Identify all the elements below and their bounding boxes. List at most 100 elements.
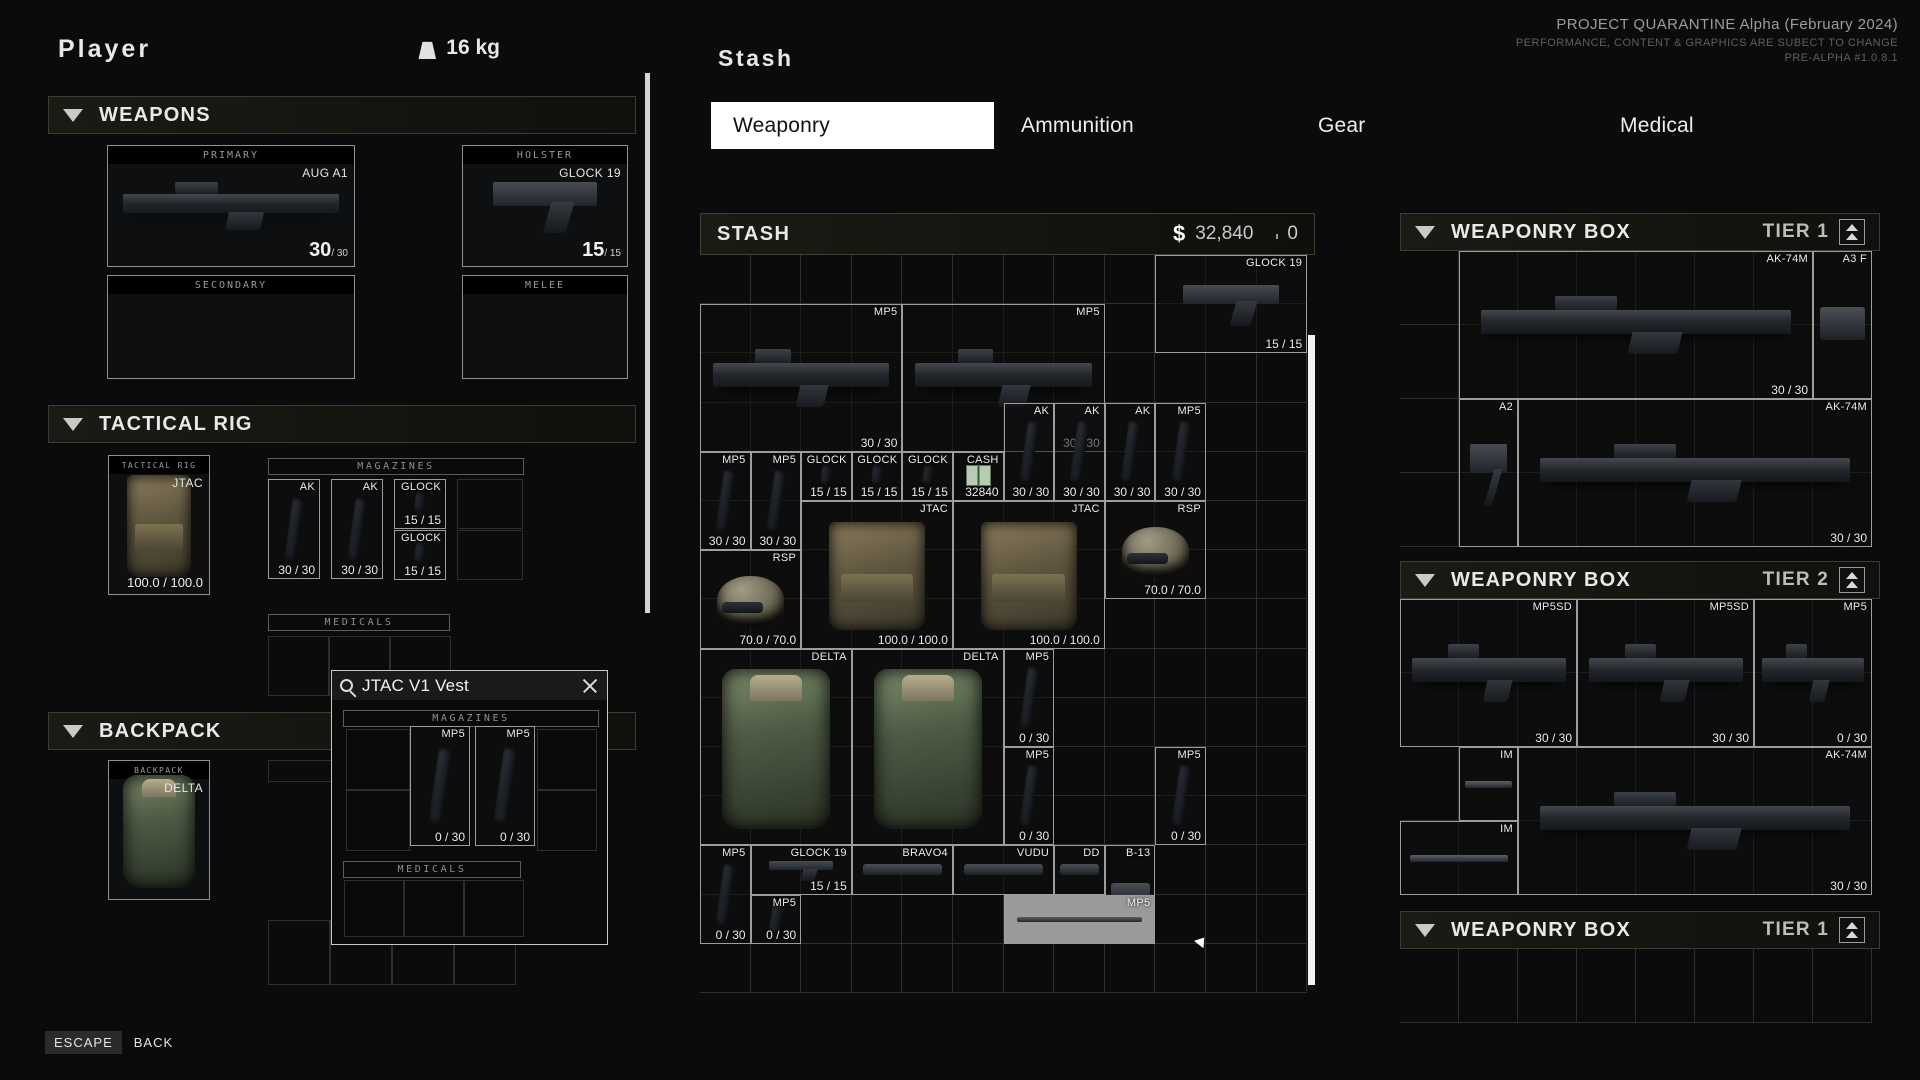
grid-cell[interactable] — [1257, 698, 1308, 747]
inventory-item[interactable]: MP50 / 30 — [1004, 747, 1055, 845]
inventory-item[interactable]: A3 F — [1813, 251, 1872, 399]
grid-cell[interactable] — [1695, 949, 1754, 1023]
grid-cell[interactable] — [1577, 949, 1636, 1023]
grid-cell[interactable] — [1155, 353, 1206, 402]
tab-ammunition[interactable]: Ammunition — [1021, 102, 1134, 149]
grid-cell[interactable] — [1206, 944, 1257, 993]
grid-cell[interactable] — [1105, 304, 1156, 353]
popup-magazine-slot[interactable]: MP5 0 / 30 — [410, 726, 470, 846]
grid-cell[interactable] — [1105, 796, 1156, 845]
backpack-cell[interactable] — [268, 920, 330, 985]
inventory-item[interactable]: MP50 / 30 — [1004, 649, 1055, 747]
grid-cell[interactable] — [1257, 845, 1308, 894]
grid-cell[interactable] — [953, 895, 1004, 944]
weaponry-box-1-header[interactable]: WEAPONRY BOX TIER 1 — [1400, 213, 1880, 251]
grid-cell[interactable] — [1155, 698, 1206, 747]
inventory-item[interactable]: GLOCK15 / 15 — [852, 452, 903, 501]
grid-cell[interactable] — [801, 255, 852, 304]
grid-cell[interactable] — [1754, 949, 1813, 1023]
grid-cell[interactable] — [1636, 949, 1695, 1023]
grid-cell[interactable] — [1054, 796, 1105, 845]
grid-cell[interactable] — [1054, 255, 1105, 304]
grid-cell[interactable] — [1400, 325, 1459, 399]
slot-primary[interactable]: PRIMARY AUG A1 30/ 30 — [107, 145, 355, 267]
player-scrollbar[interactable] — [645, 73, 650, 613]
grid-cell[interactable] — [1400, 747, 1459, 821]
grid-cell[interactable] — [1004, 944, 1055, 993]
popup-medical-cell[interactable] — [344, 880, 404, 937]
inventory-item[interactable]: MP530 / 30 — [1155, 403, 1206, 501]
grid-cell[interactable] — [1206, 452, 1257, 501]
grid-cell[interactable] — [852, 255, 903, 304]
weaponry-box-3-header[interactable]: WEAPONRY BOX TIER 1 — [1400, 911, 1880, 949]
inventory-item[interactable]: AK30 / 30 — [1054, 403, 1105, 501]
grid-cell[interactable] — [1054, 747, 1105, 796]
grid-cell[interactable] — [1257, 747, 1308, 796]
grid-cell[interactable] — [1105, 353, 1156, 402]
grid-cell[interactable] — [1257, 403, 1308, 452]
slot-tactical-rig[interactable]: TACTICAL RIG JTAC 100.0 / 100.0 — [108, 455, 210, 595]
popup-cell[interactable] — [346, 729, 410, 790]
grid-cell[interactable] — [1400, 399, 1459, 473]
slot-holster[interactable]: HOLSTER GLOCK 19 15/ 15 — [462, 145, 628, 267]
popup-medical-cell[interactable] — [464, 880, 524, 937]
grid-cell[interactable] — [1257, 599, 1308, 648]
inventory-item[interactable]: GLOCK15 / 15 — [801, 452, 852, 501]
grid-cell[interactable] — [1054, 649, 1105, 698]
grid-cell[interactable] — [1206, 895, 1257, 944]
slot-secondary[interactable]: SECONDARY — [107, 275, 355, 379]
stash-grid[interactable]: MP530 / 30MP530 / 30GLOCK 1915 / 15MP530… — [700, 255, 1308, 993]
grid-cell[interactable] — [1257, 550, 1308, 599]
inventory-item[interactable]: DELTA — [700, 649, 852, 846]
section-weapons[interactable]: WEAPONS — [48, 96, 636, 134]
grid-cell[interactable] — [1206, 353, 1257, 402]
stash-scrollbar-thumb[interactable] — [1308, 335, 1315, 985]
inventory-item[interactable]: GLOCK 1915 / 15 — [751, 845, 852, 894]
grid-cell[interactable] — [1206, 845, 1257, 894]
grid-cell[interactable] — [852, 944, 903, 993]
grid-cell[interactable] — [1257, 796, 1308, 845]
grid-cell[interactable] — [1257, 452, 1308, 501]
inventory-item[interactable]: MP5SD30 / 30 — [1400, 599, 1577, 747]
inventory-item[interactable]: RSP70.0 / 70.0 — [1105, 501, 1206, 599]
grid-cell[interactable] — [1155, 944, 1206, 993]
popup-cell[interactable] — [346, 790, 410, 851]
grid-cell[interactable] — [1054, 698, 1105, 747]
grid-cell[interactable] — [902, 255, 953, 304]
grid-cell[interactable] — [1206, 649, 1257, 698]
popup-cell[interactable] — [537, 790, 597, 851]
grid-cell[interactable] — [1257, 353, 1308, 402]
inventory-item[interactable]: AK-74M30 / 30 — [1459, 251, 1813, 399]
inventory-item[interactable]: MP5SD30 / 30 — [1577, 599, 1754, 747]
grid-cell[interactable] — [1105, 649, 1156, 698]
inventory-item[interactable]: AK-74M30 / 30 — [1518, 399, 1872, 547]
grid-cell[interactable] — [1257, 501, 1308, 550]
grid-cell[interactable] — [1400, 473, 1459, 547]
grid-cell[interactable] — [1155, 649, 1206, 698]
grid-cell[interactable] — [902, 944, 953, 993]
close-icon[interactable] — [581, 677, 599, 695]
tab-medical[interactable]: Medical — [1620, 102, 1694, 149]
inventory-item[interactable]: CASH32840 — [953, 452, 1004, 501]
inventory-item[interactable]: A2 — [1459, 399, 1518, 547]
grid-cell[interactable] — [1206, 550, 1257, 599]
upgrade-icon[interactable] — [1839, 917, 1865, 943]
inventory-item[interactable]: AK30 / 30 — [1105, 403, 1156, 501]
grid-cell[interactable] — [1813, 949, 1872, 1023]
inventory-item[interactable]: BRAVO4 — [852, 845, 953, 894]
inventory-item[interactable]: AK30 / 30 — [1004, 403, 1055, 501]
grid-cell[interactable] — [801, 895, 852, 944]
grid-cell[interactable] — [1206, 501, 1257, 550]
grid-cell[interactable] — [1206, 599, 1257, 648]
rig-empty-cell[interactable] — [457, 479, 523, 529]
grid-cell[interactable] — [1155, 845, 1206, 894]
grid-cell[interactable] — [1105, 698, 1156, 747]
inventory-item[interactable]: JTAC100.0 / 100.0 — [801, 501, 953, 649]
escape-key[interactable]: ESCAPE — [45, 1031, 122, 1054]
grid-cell[interactable] — [751, 255, 802, 304]
weaponry-box-2-header[interactable]: WEAPONRY BOX TIER 2 — [1400, 561, 1880, 599]
inventory-item[interactable]: MP530 / 30 — [751, 452, 802, 550]
section-tactical-rig[interactable]: TACTICAL RIG — [48, 405, 636, 443]
weaponry-box-3-grid[interactable] — [1400, 949, 1880, 1009]
rig-magazine-slot[interactable]: GLOCK 15 / 15 — [394, 479, 446, 529]
